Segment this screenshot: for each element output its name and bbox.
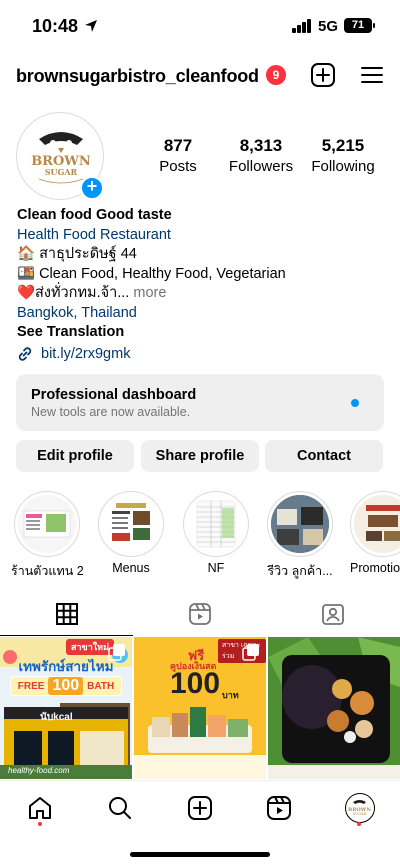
website-link-text: bit.ly/2rx9gmk xyxy=(41,346,131,362)
highlight-promotion[interactable]: Promotio xyxy=(350,491,400,575)
reels-icon[interactable] xyxy=(266,795,292,821)
highlight-promotion-thumb xyxy=(354,495,400,553)
username[interactable]: brownsugarbistro_cleanfood xyxy=(16,66,259,87)
post-1-store: นับkcal xyxy=(40,712,73,723)
location-link[interactable]: Bangkok, Thailand xyxy=(17,304,387,324)
stat-followers[interactable]: 8,313 Followers xyxy=(222,136,300,175)
grid-icon[interactable] xyxy=(55,602,79,626)
highlight-reviews-thumb xyxy=(271,495,329,553)
highlight-reviews[interactable]: รีวิว ลูกค้า... xyxy=(265,491,335,581)
professional-dashboard[interactable]: Professional dashboard New tools are now… xyxy=(16,374,384,431)
more-link[interactable]: more xyxy=(129,285,166,301)
svg-text:SUGAR: SUGAR xyxy=(45,167,78,177)
reels-tab-icon[interactable] xyxy=(188,602,212,626)
dashboard-subtitle: New tools are now available. xyxy=(31,405,191,419)
svg-text:SUGAR: SUGAR xyxy=(353,812,367,816)
post-1-promo-value: 100 xyxy=(48,677,84,695)
battery-level: 71 xyxy=(351,19,365,31)
post-3-image xyxy=(268,637,400,779)
post-1-promo: FREE xyxy=(17,680,45,692)
content-tabs xyxy=(0,594,400,636)
bio-line-delivery: ❤️ส่งทั่วกทม.จ้า... xyxy=(17,285,130,301)
notification-badge[interactable]: 9 xyxy=(266,65,286,85)
search-icon[interactable] xyxy=(107,795,133,821)
followers-label: Followers xyxy=(228,158,294,175)
bio-line-address: 🏠 สาธุประดิษฐ์ 44 xyxy=(17,246,137,262)
highlight-label: NF xyxy=(207,561,225,575)
category-label[interactable]: Health Food Restaurant xyxy=(17,226,387,246)
carousel-icon xyxy=(242,644,259,661)
highlight-label: Menus xyxy=(112,561,150,575)
bio-line-food: 🍱 Clean Food, Healthy Food, Vegetarian xyxy=(17,265,286,282)
highlight-nf-thumb xyxy=(196,500,236,548)
website-link[interactable]: bit.ly/2rx9gmk xyxy=(17,346,130,362)
network-label: 5G xyxy=(318,18,339,35)
highlight-label: Promotio xyxy=(350,561,400,575)
stat-posts[interactable]: 877 Posts xyxy=(147,136,209,175)
profile-nav-avatar[interactable]: BROWN SUGAR xyxy=(345,793,375,823)
bio: Clean food Good taste Health Food Restau… xyxy=(17,206,387,343)
status-time: 10:48 xyxy=(32,16,79,36)
profile-header: brownsugarbistro_cleanfood 9 xyxy=(0,56,400,96)
stat-following[interactable]: 5,215 Following xyxy=(306,136,380,175)
post-1-site: healthy-food.com xyxy=(8,766,70,775)
posts-count: 877 xyxy=(163,136,193,155)
menu-icon[interactable] xyxy=(359,62,385,88)
location-arrow-icon xyxy=(85,20,97,32)
home-indicator xyxy=(130,852,270,857)
highlight-agents-thumb xyxy=(23,510,71,538)
profile-notification-dot xyxy=(357,822,361,826)
highlight-menus[interactable]: Menus xyxy=(96,491,166,575)
carousel-icon xyxy=(108,644,125,661)
share-profile-button[interactable]: Share profile xyxy=(141,440,259,472)
post-2-unit: บาท xyxy=(222,690,239,700)
posts-label: Posts xyxy=(159,158,197,175)
profile-name: Clean food Good taste xyxy=(17,207,172,223)
followers-count: 8,313 xyxy=(239,136,283,155)
post-thumbnail-3[interactable] xyxy=(268,637,400,779)
following-label: Following xyxy=(311,158,375,175)
profile-avatar-icon: BROWNSUGAR xyxy=(348,800,371,816)
home-notification-dot xyxy=(38,822,42,826)
see-translation-link[interactable]: See Translation xyxy=(17,323,387,343)
contact-button[interactable]: Contact xyxy=(265,440,383,472)
post-1-promo-box: FREE 100 BATH xyxy=(10,676,122,696)
post-1-banner: สาขาใหม่ xyxy=(66,639,115,655)
tagged-icon[interactable] xyxy=(321,602,345,626)
post-1-promo-unit: BATH xyxy=(87,680,115,692)
highlight-menus-thumb xyxy=(112,503,150,541)
link-icon xyxy=(18,347,32,361)
active-tab-indicator xyxy=(0,635,133,636)
highlight-label: ร้านตัวแทน 2... xyxy=(11,564,83,578)
following-count: 5,215 xyxy=(321,136,365,155)
status-bar: 10:48 5G 71 xyxy=(0,0,400,52)
create-post-icon[interactable] xyxy=(310,62,336,88)
post-2-amount: 100 xyxy=(170,667,221,700)
new-indicator-dot xyxy=(351,399,359,407)
highlight-nf[interactable]: NF xyxy=(181,491,251,575)
signal-icon xyxy=(292,19,314,33)
dashboard-title: Professional dashboard xyxy=(31,387,197,403)
add-story-button[interactable]: + xyxy=(80,176,104,200)
highlight-agents[interactable]: ร้านตัวแทน 2... xyxy=(11,491,83,581)
post-thumbnail-2[interactable]: สาขา เฉพาะร่วม ฟรี คูปองเงินสด 100 บาท xyxy=(134,637,266,779)
edit-profile-button[interactable]: Edit profile xyxy=(16,440,134,472)
home-icon[interactable] xyxy=(27,795,53,821)
post-thumbnail-1[interactable]: สาขาใหม่ เทพรักษ์สายไหม FREE 100 BATH นั… xyxy=(0,637,132,779)
new-post-icon[interactable] xyxy=(187,795,213,821)
battery-icon: 71 xyxy=(344,18,375,33)
highlight-label: รีวิว ลูกค้า... xyxy=(267,564,333,578)
